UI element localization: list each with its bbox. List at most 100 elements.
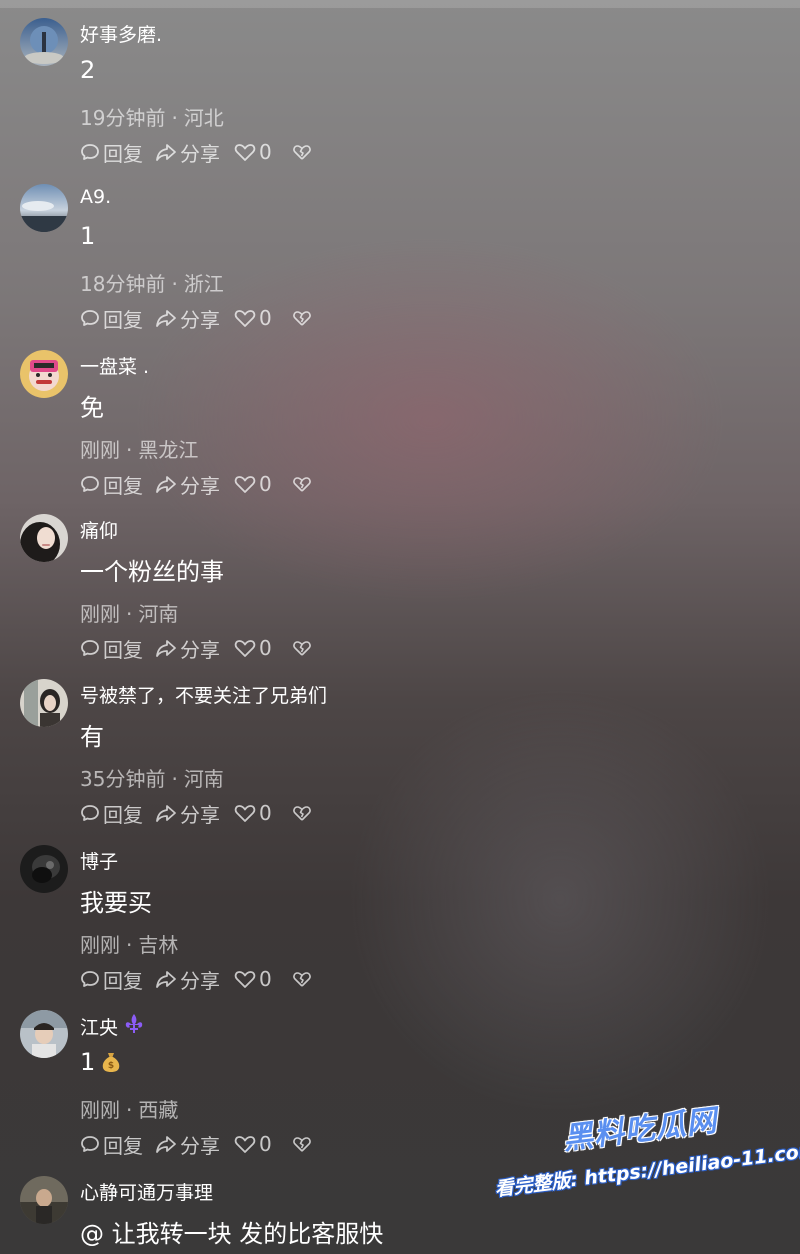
broken-heart-icon xyxy=(292,1134,312,1154)
comment-username[interactable]: 博子 xyxy=(80,847,118,874)
reply-button[interactable]: 回复 xyxy=(80,470,143,499)
dislike-button[interactable] xyxy=(292,474,312,494)
broken-heart-icon xyxy=(292,142,312,162)
comment-meta: 刚刚 · 黑龙江 xyxy=(80,438,199,462)
share-icon xyxy=(155,1134,177,1154)
broken-heart-icon xyxy=(292,969,312,989)
dislike-button[interactable] xyxy=(292,308,312,328)
comment-meta: 刚刚 · 河南 xyxy=(80,602,179,626)
share-icon xyxy=(155,803,177,823)
dislike-button[interactable] xyxy=(292,803,312,823)
like-button[interactable]: 0 xyxy=(234,140,272,164)
share-button[interactable]: 分享 xyxy=(155,138,220,167)
avatar[interactable] xyxy=(20,184,68,232)
comment-actions: 回复 分享 0 xyxy=(80,470,312,498)
comment-actions: 回复 分享 0 xyxy=(80,965,312,993)
share-icon xyxy=(155,308,177,328)
comment-content: 免 xyxy=(80,394,104,422)
reply-icon xyxy=(80,969,100,989)
dislike-button[interactable] xyxy=(292,969,312,989)
avatar[interactable] xyxy=(20,1176,68,1224)
broken-heart-icon xyxy=(292,803,312,823)
reply-button[interactable]: 回复 xyxy=(80,634,143,663)
like-button[interactable]: 0 xyxy=(234,306,272,330)
broken-heart-icon xyxy=(292,308,312,328)
like-button[interactable]: 0 xyxy=(234,636,272,660)
reply-icon xyxy=(80,308,100,328)
share-icon xyxy=(155,474,177,494)
avatar[interactable] xyxy=(20,350,68,398)
comment-item: A9. 1 18分钟前 · 浙江 回复 分享 0 xyxy=(0,184,800,350)
share-icon xyxy=(155,969,177,989)
dislike-button[interactable] xyxy=(292,142,312,162)
heart-icon xyxy=(234,142,256,162)
comment-item: 痛仰 一个粉丝的事 刚刚 · 河南 回复 分享 0 xyxy=(0,514,800,680)
share-button[interactable]: 分享 xyxy=(155,304,220,333)
share-button[interactable]: 分享 xyxy=(155,470,220,499)
comment-actions: 回复 分享 0 xyxy=(80,1130,312,1158)
heart-icon xyxy=(234,803,256,823)
comment-username[interactable]: 心静可通万事理 xyxy=(80,1178,213,1205)
dislike-button[interactable] xyxy=(292,1134,312,1154)
reply-button[interactable]: 回复 xyxy=(80,1130,143,1159)
comment-actions: 回复 分享 0 xyxy=(80,138,312,166)
comment-item: 博子 我要买 刚刚 · 吉林 回复 分享 0 xyxy=(0,845,800,1011)
comment-meta: 19分钟前 · 河北 xyxy=(80,106,224,130)
avatar[interactable] xyxy=(20,845,68,893)
comment-username[interactable]: 痛仰 xyxy=(80,516,118,543)
avatar[interactable] xyxy=(20,18,68,66)
share-button[interactable]: 分享 xyxy=(155,799,220,828)
comment-username[interactable]: A9. xyxy=(80,186,111,208)
like-button[interactable]: 0 xyxy=(234,801,272,825)
share-button[interactable]: 分享 xyxy=(155,634,220,663)
share-button[interactable]: 分享 xyxy=(155,1130,220,1159)
comment-content: 2 xyxy=(80,56,96,84)
avatar[interactable] xyxy=(20,679,68,727)
broken-heart-icon xyxy=(292,474,312,494)
comment-content: 有 xyxy=(80,723,104,751)
reply-icon xyxy=(80,142,100,162)
comment-content: 我要买 xyxy=(80,889,152,917)
share-icon xyxy=(155,638,177,658)
comment-meta: 35分钟前 · 河南 xyxy=(80,767,224,791)
broken-heart-icon xyxy=(292,638,312,658)
comment-item: 号被禁了，不要关注了兄弟们 有 35分钟前 · 河南 回复 分享 0 xyxy=(0,679,800,845)
comment-username[interactable]: 江央 xyxy=(80,1012,146,1041)
reply-icon xyxy=(80,638,100,658)
like-button[interactable]: 0 xyxy=(234,1132,272,1156)
comment-username[interactable]: 号被禁了，不要关注了兄弟们 xyxy=(80,681,327,708)
reply-icon xyxy=(80,1134,100,1154)
share-button[interactable]: 分享 xyxy=(155,965,220,994)
like-button[interactable]: 0 xyxy=(234,472,272,496)
comment-content: 1 xyxy=(80,222,96,250)
reply-button[interactable]: 回复 xyxy=(80,965,143,994)
comment-meta: 刚刚 · 西藏 xyxy=(80,1098,179,1122)
comment-item: 一盘菜 . 免 刚刚 · 黑龙江 回复 分享 0 xyxy=(0,350,800,516)
reply-icon xyxy=(80,474,100,494)
like-button[interactable]: 0 xyxy=(234,967,272,991)
comment-content: 一个粉丝的事 xyxy=(80,558,224,586)
avatar[interactable] xyxy=(20,514,68,562)
svg-text:$: $ xyxy=(108,1061,114,1071)
avatar[interactable] xyxy=(20,1010,68,1058)
dislike-button[interactable] xyxy=(292,638,312,658)
fleur-de-lis-purple-icon xyxy=(122,1012,146,1041)
comment-actions: 回复 分享 0 xyxy=(80,799,312,827)
comment-username[interactable]: 一盘菜 . xyxy=(80,352,149,379)
watermark-logo: 黑料吃瓜网 xyxy=(561,1103,720,1157)
comment-username[interactable]: 好事多磨. xyxy=(80,20,162,47)
heart-icon xyxy=(234,308,256,328)
heart-icon xyxy=(234,638,256,658)
comment-content: @ 让我转一块 发的比客服快 xyxy=(80,1220,384,1248)
comment-item: 好事多磨. 2 19分钟前 · 河北 回复 分享 0 xyxy=(0,18,800,184)
comment-meta: 18分钟前 · 浙江 xyxy=(80,272,224,296)
comment-content: 1 $ xyxy=(80,1048,121,1076)
reply-button[interactable]: 回复 xyxy=(80,799,143,828)
reply-button[interactable]: 回复 xyxy=(80,304,143,333)
heart-icon xyxy=(234,969,256,989)
share-icon xyxy=(155,142,177,162)
money-bag-icon: $ xyxy=(101,1051,121,1073)
reply-button[interactable]: 回复 xyxy=(80,138,143,167)
comment-meta: 刚刚 · 吉林 xyxy=(80,933,179,957)
scroll-edge xyxy=(0,0,800,8)
